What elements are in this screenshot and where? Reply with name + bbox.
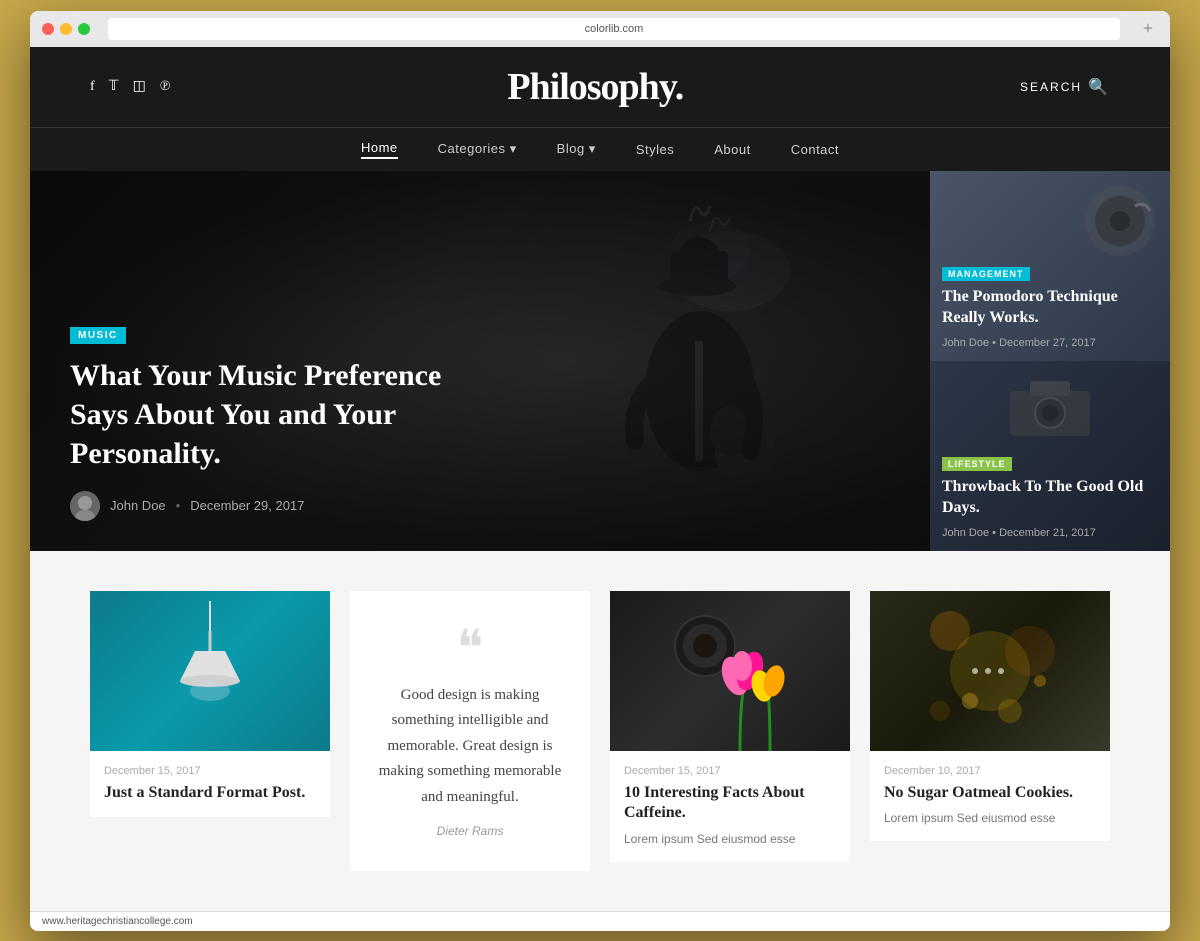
post-4-excerpt: Lorem ipsum Sed eiusmod esse — [884, 809, 1096, 827]
browser-chrome: colorlib.com + — [30, 11, 1170, 47]
status-url: www.heritagechristiancollege.com — [42, 916, 193, 927]
post-date: December 29, 2017 — [190, 498, 304, 513]
post-4-title: No Sugar Oatmeal Cookies. — [884, 783, 1096, 804]
maximize-button[interactable] — [78, 23, 90, 35]
oatmeal-image — [870, 591, 1110, 751]
nav-categories[interactable]: Categories ▾ — [438, 140, 517, 159]
hero-card-2-title: Throwback To The Good Old Days. — [942, 477, 1158, 519]
lamp-image — [90, 591, 330, 751]
post-3-excerpt: Lorem ipsum Sed eiusmod esse — [624, 830, 836, 848]
hero-main: MUSIC What Your Music Preference Says Ab… — [30, 171, 930, 551]
hero-card-1-title: The Pomodoro Technique Really Works. — [942, 287, 1158, 329]
post-card-3-body: December 15, 2017 10 Interesting Facts A… — [610, 751, 850, 863]
nav-about[interactable]: About — [714, 140, 750, 159]
post-1-date: December 15, 2017 — [104, 765, 316, 777]
posts-section: December 15, 2017 Just a Standard Format… — [30, 551, 1170, 911]
hero-title: What Your Music Preference Says About Yo… — [70, 356, 450, 473]
search-area[interactable]: SEARCH 🔍 — [1020, 77, 1110, 97]
music-badge: MUSIC — [70, 327, 126, 344]
close-button[interactable] — [42, 23, 54, 35]
hero-card-2-meta: John Doe • December 21, 2017 — [942, 527, 1158, 539]
website-content: f 𝕋 ◫ ℗ Philosophy. SEARCH 🔍 Home Catego… — [30, 47, 1170, 931]
url-text: colorlib.com — [585, 23, 644, 35]
quote-author: Dieter Rams — [437, 824, 504, 838]
quote-text: Good design is making something intellig… — [370, 683, 570, 811]
search-icon[interactable]: 🔍 — [1088, 77, 1110, 97]
post-card-3[interactable]: December 15, 2017 10 Interesting Facts A… — [610, 591, 850, 863]
hero-card-1[interactable]: MANAGEMENT The Pomodoro Technique Really… — [930, 171, 1170, 361]
nav-styles[interactable]: Styles — [636, 140, 674, 159]
nav-home[interactable]: Home — [361, 140, 398, 159]
main-nav: Home Categories ▾ Blog ▾ Styles About Co… — [30, 127, 1170, 171]
facebook-icon[interactable]: f — [90, 79, 95, 95]
address-bar[interactable]: colorlib.com — [108, 18, 1120, 40]
nav-blog[interactable]: Blog ▾ — [557, 140, 596, 159]
status-bar: www.heritagechristiancollege.com — [30, 911, 1170, 931]
post-3-title: 10 Interesting Facts About Caffeine. — [624, 783, 836, 825]
author-name: John Doe — [110, 498, 166, 513]
new-tab-button[interactable]: + — [1138, 19, 1158, 39]
hero-meta: John Doe • December 29, 2017 — [70, 491, 890, 521]
card1-date: December 27, 2017 — [999, 337, 1096, 349]
hero-card-1-content: MANAGEMENT The Pomodoro Technique Really… — [930, 252, 1170, 361]
lifestyle-badge: LIFESTYLE — [942, 457, 1012, 471]
browser-window: colorlib.com + f 𝕋 ◫ ℗ Philosophy. SEARC… — [30, 11, 1170, 931]
card2-date: December 21, 2017 — [999, 527, 1096, 539]
minimize-button[interactable] — [60, 23, 72, 35]
separator: • — [176, 498, 181, 513]
card1-author: John Doe — [942, 337, 989, 349]
site-header: f 𝕋 ◫ ℗ Philosophy. SEARCH 🔍 — [30, 47, 1170, 127]
card2-author: John Doe — [942, 527, 989, 539]
quote-card: ❝ Good design is making something intell… — [350, 591, 590, 871]
social-icons: f 𝕋 ◫ ℗ — [90, 78, 170, 95]
pinterest-icon[interactable]: ℗ — [160, 79, 171, 95]
hero-card-1-meta: John Doe • December 27, 2017 — [942, 337, 1158, 349]
author-avatar — [70, 491, 100, 521]
quote-mark: ❝ — [457, 623, 484, 673]
hero-content: MUSIC What Your Music Preference Says Ab… — [70, 325, 890, 521]
post-3-date: December 15, 2017 — [624, 765, 836, 777]
search-label: SEARCH — [1020, 80, 1082, 94]
coffee-image — [610, 591, 850, 751]
hero-section: MUSIC What Your Music Preference Says Ab… — [30, 171, 1170, 551]
nav-contact[interactable]: Contact — [791, 140, 839, 159]
post-1-title: Just a Standard Format Post. — [104, 783, 316, 804]
twitter-icon[interactable]: 𝕋 — [109, 78, 119, 95]
hero-sidebar: MANAGEMENT The Pomodoro Technique Really… — [930, 171, 1170, 551]
post-card-4[interactable]: December 10, 2017 No Sugar Oatmeal Cooki… — [870, 591, 1110, 842]
site-title: Philosophy. — [507, 65, 683, 109]
post-card-1[interactable]: December 15, 2017 Just a Standard Format… — [90, 591, 330, 818]
post-4-date: December 10, 2017 — [884, 765, 1096, 777]
hero-card-2[interactable]: LIFESTYLE Throwback To The Good Old Days… — [930, 361, 1170, 551]
hero-card-2-content: LIFESTYLE Throwback To The Good Old Days… — [930, 442, 1170, 551]
instagram-icon[interactable]: ◫ — [133, 78, 146, 95]
management-badge: MANAGEMENT — [942, 267, 1030, 281]
post-card-4-body: December 10, 2017 No Sugar Oatmeal Cooki… — [870, 751, 1110, 842]
post-card-1-body: December 15, 2017 Just a Standard Format… — [90, 751, 330, 818]
